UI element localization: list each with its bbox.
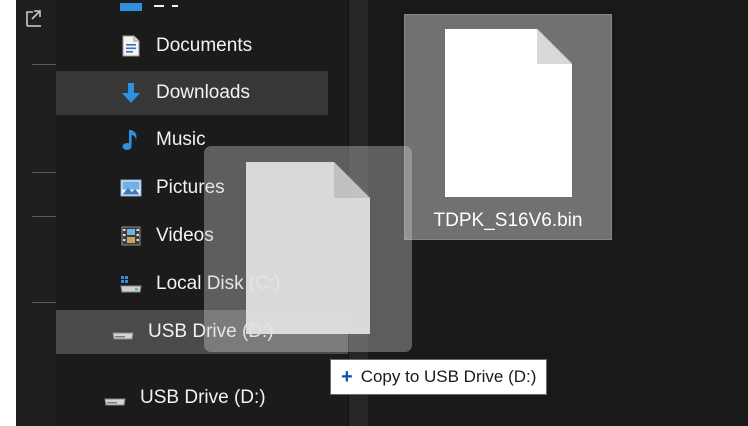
nav-item-label: Downloads bbox=[156, 82, 250, 103]
nav-item-downloads[interactable]: Downloads bbox=[56, 71, 328, 115]
rail-divider bbox=[32, 172, 56, 173]
file-name: TDPK_S16V6.bin bbox=[433, 210, 583, 231]
videos-icon bbox=[120, 225, 142, 247]
pin-icon[interactable] bbox=[24, 6, 44, 28]
nav-item-documents[interactable]: Documents bbox=[56, 24, 328, 68]
drag-preview bbox=[204, 146, 412, 352]
drag-tooltip: + Copy to USB Drive (D:) bbox=[330, 359, 548, 395]
rail-divider bbox=[32, 302, 56, 303]
usb-drive-icon bbox=[112, 321, 134, 343]
file-icon bbox=[246, 162, 370, 334]
rail-divider bbox=[32, 64, 56, 65]
file-icon bbox=[445, 28, 573, 197]
nav-item-label: Music bbox=[156, 129, 206, 150]
left-rail bbox=[16, 0, 56, 426]
documents-icon bbox=[120, 35, 142, 57]
pictures-icon bbox=[120, 177, 142, 199]
usb-drive-icon bbox=[104, 387, 126, 409]
nav-item-label: Documents bbox=[156, 35, 253, 56]
drag-tooltip-label: Copy to USB Drive (D:) bbox=[360, 367, 537, 386]
nav-item-label: USB Drive (D:) bbox=[140, 387, 266, 408]
downloads-icon bbox=[120, 82, 142, 104]
rail-divider bbox=[32, 216, 56, 217]
desktop-icon bbox=[120, 0, 180, 11]
nav-item-usb-drive-root[interactable]: USB Drive (D:) bbox=[56, 376, 348, 420]
local-disk-icon bbox=[120, 273, 142, 295]
music-icon bbox=[120, 129, 142, 151]
plus-icon: + bbox=[341, 366, 353, 388]
file-item[interactable]: TDPK_S16V6.bin bbox=[404, 14, 612, 240]
